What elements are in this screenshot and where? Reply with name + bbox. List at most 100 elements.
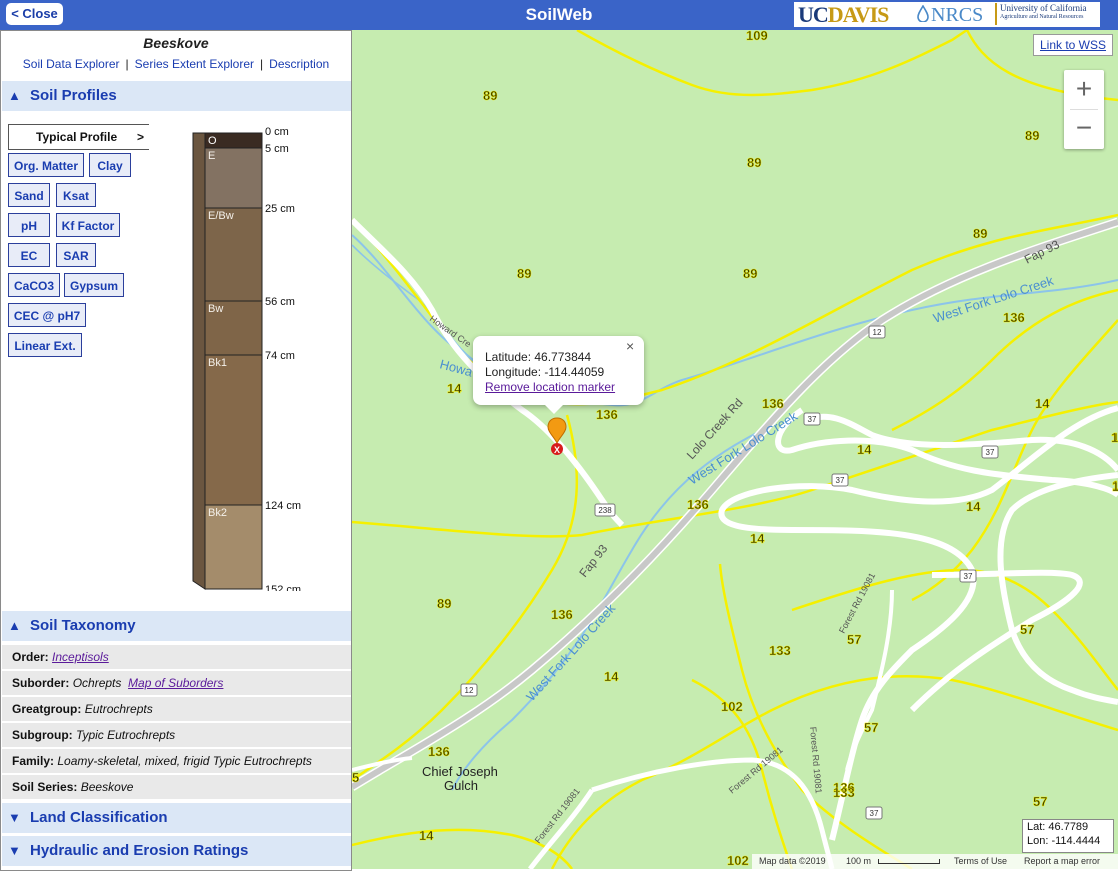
cec-button[interactable]: CEC @ pH7 — [8, 303, 86, 327]
map-unit-label: 89 — [517, 266, 531, 281]
taxonomy-family-row: Family: Loamy-skeletal, mixed, frigid Ty… — [2, 749, 351, 774]
location-marker-icon[interactable]: X — [544, 417, 570, 457]
map-unit-label: 57 — [1033, 794, 1047, 809]
road-label: Forest Rd 19081 — [808, 726, 824, 794]
depth-label: 5 cm — [265, 143, 289, 155]
linear-ext-button[interactable]: Linear Ext. — [8, 333, 82, 357]
ph-button[interactable]: pH — [8, 213, 50, 237]
horizon-label: E/Bw — [208, 210, 234, 222]
horizon-label: E — [208, 150, 215, 162]
remove-location-marker-link[interactable]: Remove location marker — [485, 380, 615, 394]
ksat-button[interactable]: Ksat — [56, 183, 96, 207]
depth-label: 124 cm — [265, 500, 301, 512]
route-shield-label: 37 — [870, 809, 879, 818]
triangle-up-icon: ▲ — [8, 618, 21, 633]
series-links: Soil Data Explorer | Series Extent Explore… — [22, 57, 330, 71]
gypsum-button[interactable]: Gypsum — [64, 273, 124, 297]
close-button[interactable]: < Close — [6, 3, 63, 25]
section-land-classification[interactable]: ▼ Land Classification — [2, 803, 351, 833]
nrcs-logo: NRCS — [931, 4, 984, 26]
depth-label: 152 cm — [265, 584, 301, 591]
link-to-wss[interactable]: Link to WSS — [1033, 34, 1113, 56]
soil-profile-diagram: OE E/Bw Bw Bk1 Bk2 0 cm 5 cm 25 cm 56 cm 74 cm 124… — [192, 126, 301, 591]
water-drop-icon — [917, 5, 929, 22]
depth-label: 56 cm — [265, 296, 295, 308]
tab-typical-profile[interactable]: Typical Profile > — [8, 124, 149, 150]
section-hydraulic-erosion[interactable]: ▼ Hydraulic and Erosion Ratings — [2, 836, 351, 866]
map-unit-label: 136 — [428, 744, 450, 759]
sand-button[interactable]: Sand — [8, 183, 50, 207]
map-unit-label: 14 — [1035, 396, 1050, 411]
uc-anr-logo: University of California Agriculture and… — [995, 3, 1102, 25]
popup-tail — [544, 404, 564, 414]
zoom-in-button[interactable]: + — [1064, 70, 1104, 109]
map-of-suborders-link[interactable]: Map of Suborders — [128, 676, 223, 690]
triangle-up-icon: ▲ — [8, 88, 21, 103]
map-unit-label: 1 — [1111, 430, 1118, 445]
taxonomy-subgroup-row: Subgroup: Typic Eutrochrepts — [2, 723, 351, 748]
route-shield-label: 37 — [964, 572, 973, 581]
map-data-credit: Map data ©2019 — [759, 856, 826, 866]
horizon-bk1 — [204, 354, 263, 506]
route-shield-label: 12 — [465, 686, 474, 695]
close-icon[interactable]: × — [626, 338, 634, 354]
map-unit-label: 14 — [419, 828, 434, 843]
map-unit-label: 89 — [747, 155, 761, 170]
map-unit-label: 136 — [687, 497, 709, 512]
road-line — [909, 569, 1083, 713]
report-map-error-link[interactable]: Report a map error — [1024, 854, 1100, 869]
map-unit-label: 14 — [604, 669, 619, 684]
triangle-down-icon: ▼ — [8, 843, 21, 858]
ec-button[interactable]: EC — [8, 243, 50, 267]
scale-label: 100 m — [846, 856, 872, 866]
org-matter-button[interactable]: Org. Matter — [8, 153, 84, 177]
depth-label: 25 cm — [265, 203, 295, 215]
zoom-control: + − — [1064, 70, 1104, 149]
map-attribution: Map data ©2019 100 m Terms of Use Report… — [752, 854, 1118, 869]
map-unit-label: 89 — [437, 596, 451, 611]
popup-latitude: Latitude: 46.773844 — [485, 350, 592, 364]
map-view[interactable]: 109 89 89 89 89 89 89 89 136 136 136 136 136 136 136 14… — [352, 30, 1118, 869]
partner-logos: UCDAVIS NRCS University of California Ag… — [794, 2, 1100, 27]
cursor-longitude: Lon: -114.4444 — [1027, 835, 1101, 847]
cursor-coordinates: Lat: 46.7789 Lon: -114.4444 — [1022, 819, 1114, 853]
route-shield-label: 238 — [598, 506, 612, 515]
caco3-button[interactable]: CaCO3 — [8, 273, 60, 297]
map-unit-label: 136 — [551, 607, 573, 622]
triangle-down-icon: ▼ — [8, 810, 21, 825]
location-popup: × Latitude: 46.773844 Longitude: -114.44… — [473, 336, 644, 414]
kf-factor-button[interactable]: Kf Factor — [56, 213, 120, 237]
popup-longitude: Longitude: -114.44059 — [485, 365, 605, 379]
sar-button[interactable]: SAR — [56, 243, 96, 267]
soil-polygon-line — [576, 30, 968, 97]
map-unit-label: 1 — [1112, 479, 1118, 494]
soil-polygon-line — [352, 414, 579, 782]
description-link[interactable]: Description — [269, 57, 329, 71]
scale-bar — [878, 859, 940, 864]
soil-data-explorer-link[interactable]: Soil Data Explorer — [23, 57, 120, 71]
route-shield-label: 37 — [836, 476, 845, 485]
chevron-right-icon: > — [137, 130, 145, 144]
creek-line — [352, 244, 483, 366]
map-unit-label: 5 — [352, 770, 359, 785]
taxonomy-order-row: Order: Inceptisols — [2, 645, 351, 670]
map-unit-label: 102 — [727, 853, 749, 868]
horizon-label: Bk2 — [208, 507, 227, 519]
map-unit-label: 136 — [1003, 310, 1025, 325]
inceptisols-link[interactable]: Inceptisols — [52, 650, 109, 664]
taxonomy-greatgroup-row: Greatgroup: Eutrochrepts — [2, 697, 351, 722]
terms-of-use-link[interactable]: Terms of Use — [954, 854, 1007, 869]
profile-side-face — [192, 132, 206, 590]
clay-button[interactable]: Clay — [89, 153, 131, 177]
map-unit-label: 14 — [750, 531, 765, 546]
soil-polygon-line — [718, 563, 913, 869]
taxonomy-suborder-row: Suborder: Ochrepts Map of Suborders — [2, 671, 351, 696]
zoom-out-button[interactable]: − — [1064, 110, 1104, 149]
section-soil-taxonomy[interactable]: ▲ Soil Taxonomy — [2, 611, 351, 641]
series-name: Beeskove — [143, 35, 209, 51]
map-canvas[interactable]: 1098989898989 898913613613613613613613614… — [352, 30, 1118, 869]
section-soil-profiles[interactable]: ▲ Soil Profiles — [2, 81, 351, 111]
series-extent-explorer-link[interactable]: Series Extent Explorer — [135, 57, 254, 71]
map-unit-label: 89 — [743, 266, 757, 281]
horizon-label: Bw — [208, 303, 223, 315]
